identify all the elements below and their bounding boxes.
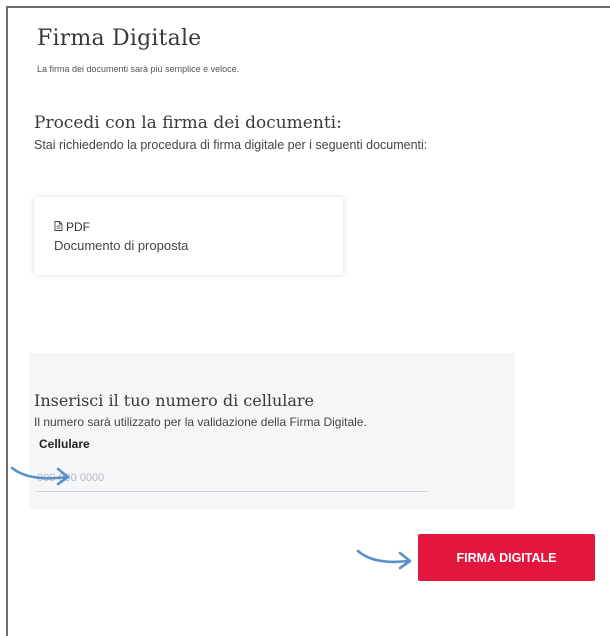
phone-section-title: Inserisci il tuo numero di cellulare [34,391,315,410]
document-type-label: PDF [66,220,90,234]
page-title: Firma Digitale [37,26,202,51]
phone-input[interactable] [37,465,427,492]
file-icon [54,220,66,234]
document-card[interactable]: PDF Documento di proposta [34,197,343,275]
phone-field-label: Cellulare [39,437,90,451]
sign-button[interactable]: FIRMA DIGITALE [418,534,595,581]
annotation-arrow-icon [356,549,412,570]
document-type: PDF [54,220,90,234]
phone-panel: Inserisci il tuo numero di cellulare Il … [29,353,515,509]
documents-section-description: Stai richiedendo la procedura di firma d… [34,138,428,152]
document-name: Documento di proposta [54,238,189,253]
phone-section-description: Il numero sarà utilizzato per la validaz… [34,415,367,429]
documents-section-title: Procedi con la firma dei documenti: [34,113,342,133]
page-subtitle: La firma dei documenti sarà più semplice… [37,64,240,74]
annotation-arrow-icon [10,466,70,486]
